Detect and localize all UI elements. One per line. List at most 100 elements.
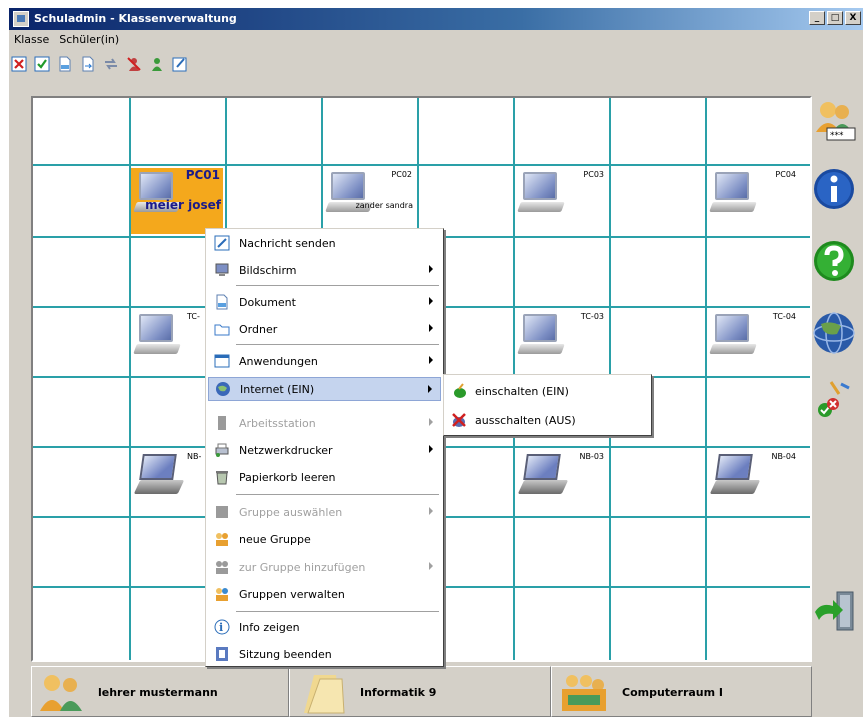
menu-separator <box>236 344 439 345</box>
menu-item-internet[interactable]: Internet (EIN) <box>208 377 441 401</box>
submenu-item-label: einschalten (EIN) <box>475 384 569 398</box>
menu-separator <box>236 285 439 286</box>
workstation-pc04[interactable]: PC04 <box>707 168 799 234</box>
menu-item-nachricht-senden[interactable]: Nachricht senden <box>208 231 441 255</box>
message-icon <box>214 235 230 251</box>
menu-separator <box>236 494 439 495</box>
close-red-icon[interactable] <box>11 56 27 72</box>
submenu-item-ausschalten[interactable]: ausschalten (AUS) <box>447 408 648 432</box>
workstation-tc03[interactable]: TC-03 <box>515 310 607 376</box>
workstation-nb03[interactable]: NB-03 <box>515 450 607 516</box>
check-green-icon[interactable] <box>34 56 50 72</box>
menu-item-label: Arbeitsstation <box>239 416 316 430</box>
workstation-tc04[interactable]: TC-04 <box>707 310 799 376</box>
svg-text:i: i <box>219 621 223 634</box>
submenu-arrow-icon <box>428 385 432 393</box>
internet-off-icon <box>451 412 467 428</box>
title-bar[interactable]: Schuladmin - Klassenverwaltung _ □ X <box>9 8 863 30</box>
workstation-label: PC02 <box>391 170 412 179</box>
class-panel[interactable]: Informatik 9 <box>289 666 551 717</box>
laptop-icon <box>523 454 561 480</box>
workstation-label: PC01 <box>185 168 220 182</box>
window-title: Schuladmin - Klassenverwaltung <box>34 12 237 25</box>
info-icon[interactable] <box>811 166 857 212</box>
workstation-nb04[interactable]: NB-04 <box>707 450 799 516</box>
class-name: Informatik 9 <box>360 686 437 699</box>
help-icon[interactable] <box>811 238 857 284</box>
desktop-computer-icon <box>715 172 749 200</box>
svg-text:***: *** <box>830 131 844 141</box>
screen-icon <box>214 262 230 278</box>
keyboard-base <box>709 344 757 354</box>
workstation-icon <box>214 415 230 431</box>
maximize-button[interactable]: □ <box>827 11 843 25</box>
menu-schueler[interactable]: Schüler(in) <box>54 30 124 50</box>
workstation-user: meier josef <box>145 198 221 212</box>
workstation-pc01[interactable]: PC01 meier josef <box>131 168 223 234</box>
group-select-icon <box>214 504 230 520</box>
window-controls: _ □ X <box>809 11 861 25</box>
menu-item-label: Internet (EIN) <box>240 382 315 396</box>
workstation-label: TC-04 <box>772 312 796 321</box>
menu-item-papierkorb[interactable]: Papierkorb leeren <box>208 465 441 489</box>
menu-klasse[interactable]: Klasse <box>9 30 54 50</box>
desktop-computer-icon <box>523 172 557 200</box>
menu-item-ordner[interactable]: Ordner <box>208 317 441 341</box>
menu-item-label: Gruppen verwalten <box>239 587 345 601</box>
submenu-item-label: ausschalten (AUS) <box>475 413 576 427</box>
menu-item-dokument[interactable]: Dokument <box>208 290 441 314</box>
workstation-label: PC03 <box>583 170 604 179</box>
group-manage-icon <box>214 586 230 602</box>
user-add-icon[interactable] <box>149 56 165 72</box>
menu-item-label: Nachricht senden <box>239 236 336 250</box>
room-icon <box>562 675 606 711</box>
internet-on-icon <box>451 383 467 399</box>
menu-item-label: Dokument <box>239 295 296 309</box>
menu-item-neue-gruppe[interactable]: neue Gruppe <box>208 527 441 551</box>
exit-icon[interactable] <box>811 588 857 634</box>
menu-item-bildschirm[interactable]: Bildschirm <box>208 258 441 282</box>
submenu-item-einschalten[interactable]: einschalten (EIN) <box>447 379 648 403</box>
user-remove-icon[interactable] <box>126 56 142 72</box>
menu-item-label: Sitzung beenden <box>239 647 332 661</box>
menu-item-gruppe-auswaehlen[interactable]: Gruppe auswählen <box>208 500 441 524</box>
keyboard-base <box>133 344 181 354</box>
close-button[interactable]: X <box>845 11 861 25</box>
desktop-computer-icon <box>523 314 557 342</box>
folder-icon <box>214 321 230 337</box>
workstation-pc02[interactable]: PC02 zander sandra <box>323 168 415 234</box>
workstation-label: NB-03 <box>579 452 604 461</box>
menu-item-gruppen-verwalten[interactable]: Gruppen verwalten <box>208 582 441 606</box>
globe-icon <box>215 381 231 397</box>
menu-item-anwendungen[interactable]: Anwendungen <box>208 349 441 373</box>
teacher-panel[interactable]: lehrer mustermann <box>31 666 289 717</box>
minimize-button[interactable]: _ <box>809 11 825 25</box>
users-password-icon[interactable]: *** <box>811 98 857 144</box>
transfer-icon[interactable] <box>103 56 119 72</box>
menu-item-info-zeigen[interactable]: i Info zeigen <box>208 615 441 639</box>
document-send-icon[interactable] <box>80 56 96 72</box>
workstation-pc03[interactable]: PC03 <box>515 168 607 234</box>
menu-item-sitzung-beenden[interactable]: Sitzung beenden <box>208 642 441 666</box>
grid-line <box>33 164 810 166</box>
menu-item-label: Gruppe auswählen <box>239 505 343 519</box>
edit-icon[interactable] <box>172 56 188 72</box>
keyboard-base <box>517 202 565 212</box>
submenu-arrow-icon <box>429 297 433 305</box>
document-icon[interactable] <box>57 56 73 72</box>
internet-submenu: einschalten (EIN) ausschalten (AUS) <box>443 374 652 436</box>
group-add-icon <box>214 559 230 575</box>
globe-icon[interactable] <box>811 310 857 356</box>
workstation-label: NB-04 <box>771 452 796 461</box>
room-panel[interactable]: Computerraum I <box>551 666 812 717</box>
menu-item-zur-gruppe[interactable]: zur Gruppe hinzufügen <box>208 555 441 579</box>
menu-bar: Klasse Schüler(in) <box>9 30 124 50</box>
menu-item-label: Papierkorb leeren <box>239 470 336 484</box>
workstation-label: TC- <box>187 312 200 321</box>
connection-status-icon[interactable] <box>811 374 857 420</box>
submenu-arrow-icon <box>429 562 433 570</box>
laptop-base <box>517 480 569 494</box>
menu-item-arbeitsstation[interactable]: Arbeitsstation <box>208 411 441 435</box>
submenu-arrow-icon <box>429 324 433 332</box>
menu-item-netzwerkdrucker[interactable]: Netzwerkdrucker <box>208 438 441 462</box>
